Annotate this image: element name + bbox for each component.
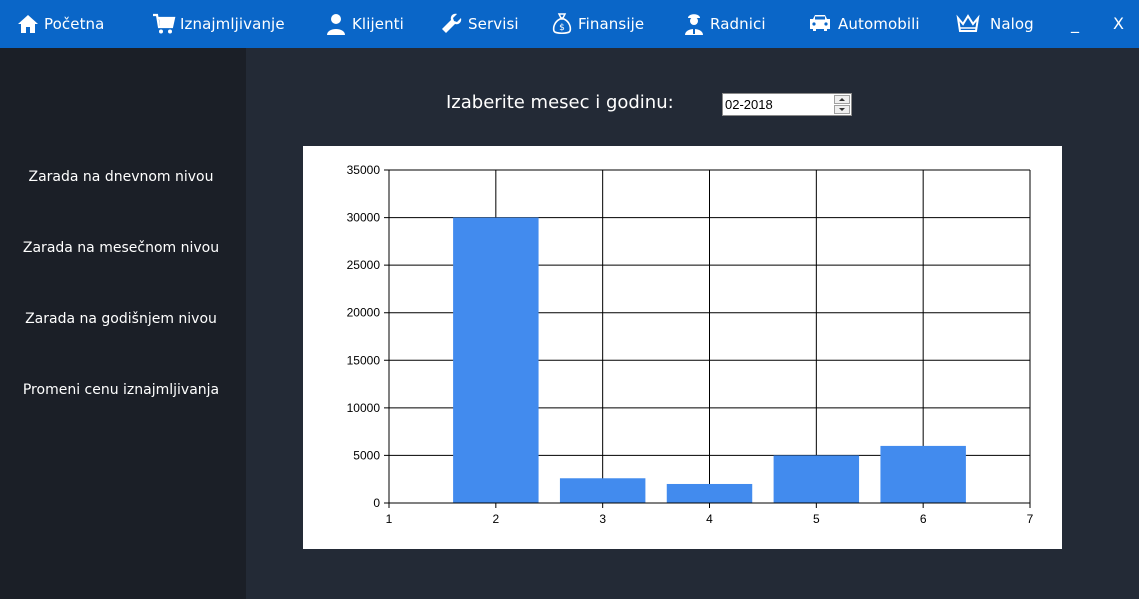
crown-icon	[956, 14, 980, 32]
nav-rentals-label: Iznajmljivanje	[180, 15, 285, 33]
nav-services[interactable]: Servisi	[440, 0, 519, 48]
nav-account[interactable]: Nalog	[956, 0, 1034, 48]
money-bag-icon: $	[552, 13, 572, 35]
spin-down-button[interactable]	[834, 105, 850, 114]
y-tick-label: 15000	[347, 353, 381, 367]
nav-account-label: Nalog	[990, 15, 1034, 33]
nav-workers[interactable]: Radnici	[682, 0, 766, 48]
svg-text:$: $	[559, 23, 565, 33]
nav-home[interactable]: Početna	[16, 0, 104, 48]
x-tick-label: 1	[386, 512, 393, 526]
nav-services-label: Servisi	[468, 15, 519, 33]
top-nav-bar: Početna Iznajmljivanje Klijenti Servisi …	[0, 0, 1139, 48]
sidebar-item-change-rental-price[interactable]: Promeni cenu iznajmljivanja	[0, 382, 242, 398]
worker-icon	[685, 14, 703, 35]
y-tick-label: 30000	[347, 211, 381, 225]
arrow-up-icon	[839, 98, 845, 101]
nav-workers-label: Radnici	[710, 15, 766, 33]
month-year-picker[interactable]: 02-2018	[722, 93, 852, 116]
x-tick-label: 5	[813, 512, 820, 526]
month-year-spinner[interactable]	[834, 95, 850, 114]
x-tick-label: 4	[706, 512, 713, 526]
cart-icon	[153, 13, 176, 34]
wrench-icon	[442, 13, 462, 33]
x-tick-label: 2	[492, 512, 499, 526]
bar	[559, 478, 646, 503]
close-button[interactable]: X	[1113, 0, 1124, 48]
y-tick-label: 25000	[347, 258, 381, 272]
arrow-down-icon	[839, 108, 845, 111]
sidebar: Zarada na dnevnom nivou Zarada na mesečn…	[0, 48, 246, 599]
nav-finances[interactable]: $ Finansije	[550, 0, 644, 48]
month-year-value[interactable]: 02-2018	[725, 94, 773, 115]
minimize-button[interactable]: _	[1071, 0, 1079, 48]
nav-home-label: Početna	[44, 15, 105, 33]
nav-clients[interactable]: Klijenti	[324, 0, 404, 48]
nav-rentals[interactable]: Iznajmljivanje	[152, 0, 285, 48]
earnings-chart-svg: 0 5000 10000 15000 20000 25000 30000 35000 1 2 3 4 5…	[347, 163, 1034, 526]
y-tick-label: 0	[373, 496, 380, 510]
bar	[880, 445, 966, 503]
sidebar-item-yearly-earnings[interactable]: Zarada na godišnjem nivou	[0, 311, 242, 327]
x-tick-label: 3	[599, 512, 606, 526]
nav-clients-label: Klijenti	[352, 15, 404, 33]
earnings-chart: 0 5000 10000 15000 20000 25000 30000 35000 1 2 3 4 5…	[303, 146, 1062, 549]
nav-finances-label: Finansije	[578, 15, 645, 33]
spin-up-button[interactable]	[834, 95, 850, 104]
bar	[773, 455, 860, 503]
home-icon	[18, 15, 38, 33]
x-tick-label: 6	[920, 512, 927, 526]
y-tick-label: 20000	[347, 306, 381, 320]
sidebar-item-monthly-earnings[interactable]: Zarada na mesečnom nivou	[0, 240, 242, 256]
nav-cars-label: Automobili	[838, 15, 920, 33]
main-panel: Izaberite mesec i godinu: 02-2018 0 5000 1…	[246, 48, 1139, 599]
car-icon	[810, 15, 830, 31]
month-year-label: Izaberite mesec i godinu:	[446, 92, 674, 113]
nav-cars[interactable]: Automobili	[806, 0, 920, 48]
bar	[453, 217, 539, 504]
x-tick-label: 7	[1027, 512, 1034, 526]
bar	[666, 483, 753, 503]
sidebar-item-daily-earnings[interactable]: Zarada na dnevnom nivou	[0, 169, 242, 185]
y-tick-label: 10000	[347, 401, 381, 415]
user-icon	[327, 14, 345, 35]
y-tick-label: 5000	[353, 448, 380, 462]
y-tick-label: 35000	[347, 163, 381, 177]
